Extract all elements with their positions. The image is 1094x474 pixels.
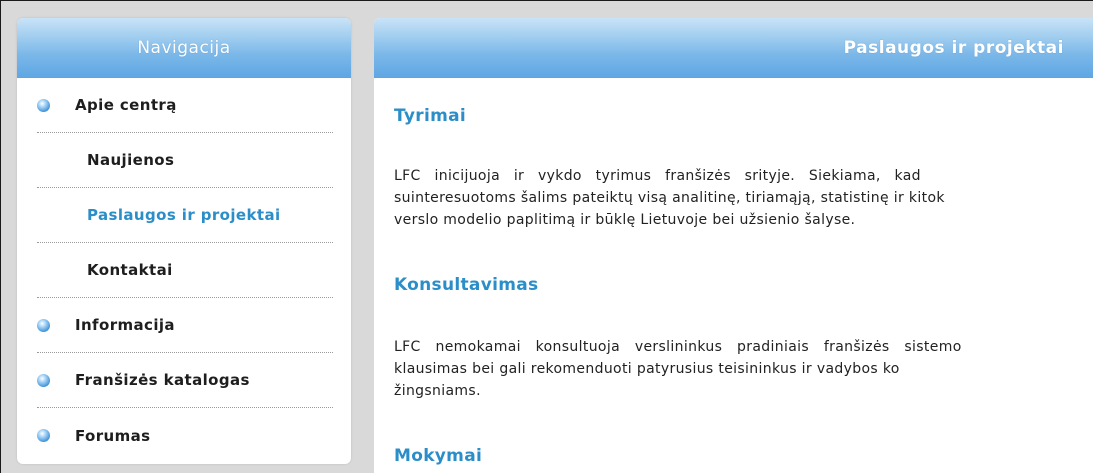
section-text-tyrimai: LFC inicijuoja ir vykdo tyrimus franšizė… — [394, 165, 945, 231]
nav-item-label: Informacija — [75, 316, 175, 334]
blue-sphere-bullet-icon — [37, 318, 50, 332]
nav-item-apie-centra[interactable]: Apie centrą — [37, 78, 333, 133]
main-panel: Paslaugos ir projektai Tyrimai LFC inici… — [374, 18, 1093, 473]
nav-item-kontaktai[interactable]: Kontaktai — [37, 243, 333, 298]
nav-item-fransizes-katalogas[interactable]: Franšizės katalogas — [37, 353, 333, 408]
section-title-konsultavimas: Konsultavimas — [394, 275, 539, 295]
section-text-konsultavimas: LFC nemokamai konsultuoja verslininkus p… — [394, 336, 962, 402]
text-line: suinteresuotoms šalims pateiktų visą ana… — [394, 190, 945, 206]
text-line: LFC nemokamai konsultuoja verslininkus p… — [394, 339, 962, 355]
nav-item-forumas[interactable]: Forumas — [37, 408, 333, 463]
nav-item-label: Kontaktai — [87, 261, 173, 279]
blue-sphere-bullet-icon — [37, 98, 50, 112]
text-line: LFC inicijuoja ir vykdo tyrimus franšizė… — [394, 168, 921, 184]
text-line: žingsniams. — [394, 383, 481, 399]
nav-item-paslaugos-ir-projektai[interactable]: Paslaugos ir projektai — [37, 188, 333, 243]
navigation-panel: Navigacija Apie centrą Naujienos Paslaug… — [17, 18, 351, 464]
page-title: Paslaugos ir projektai — [374, 18, 1093, 78]
blue-sphere-bullet-icon — [37, 429, 50, 442]
section-title-mokymai: Mokymai — [394, 446, 483, 466]
nav-item-label: Paslaugos ir projektai — [87, 206, 281, 224]
nav-item-label: Franšizės katalogas — [75, 371, 250, 389]
nav-item-naujienos[interactable]: Naujienos — [37, 133, 333, 188]
navigation-title: Navigacija — [17, 18, 351, 78]
blue-sphere-bullet-icon — [37, 373, 50, 387]
nav-list: Apie centrą Naujienos Paslaugos ir proje… — [17, 78, 351, 463]
nav-item-label: Apie centrą — [75, 96, 177, 114]
section-title-tyrimai: Tyrimai — [394, 106, 466, 126]
nav-item-label: Naujienos — [87, 151, 175, 169]
nav-item-informacija[interactable]: Informacija — [37, 298, 333, 353]
text-line: klausimas bei gali rekomenduoti patyrusi… — [394, 361, 900, 377]
page-frame: Navigacija Apie centrą Naujienos Paslaug… — [0, 0, 1093, 473]
nav-item-label: Forumas — [75, 426, 151, 445]
text-line: verslo modelio paplitimą ir būklę Lietuv… — [394, 212, 856, 228]
